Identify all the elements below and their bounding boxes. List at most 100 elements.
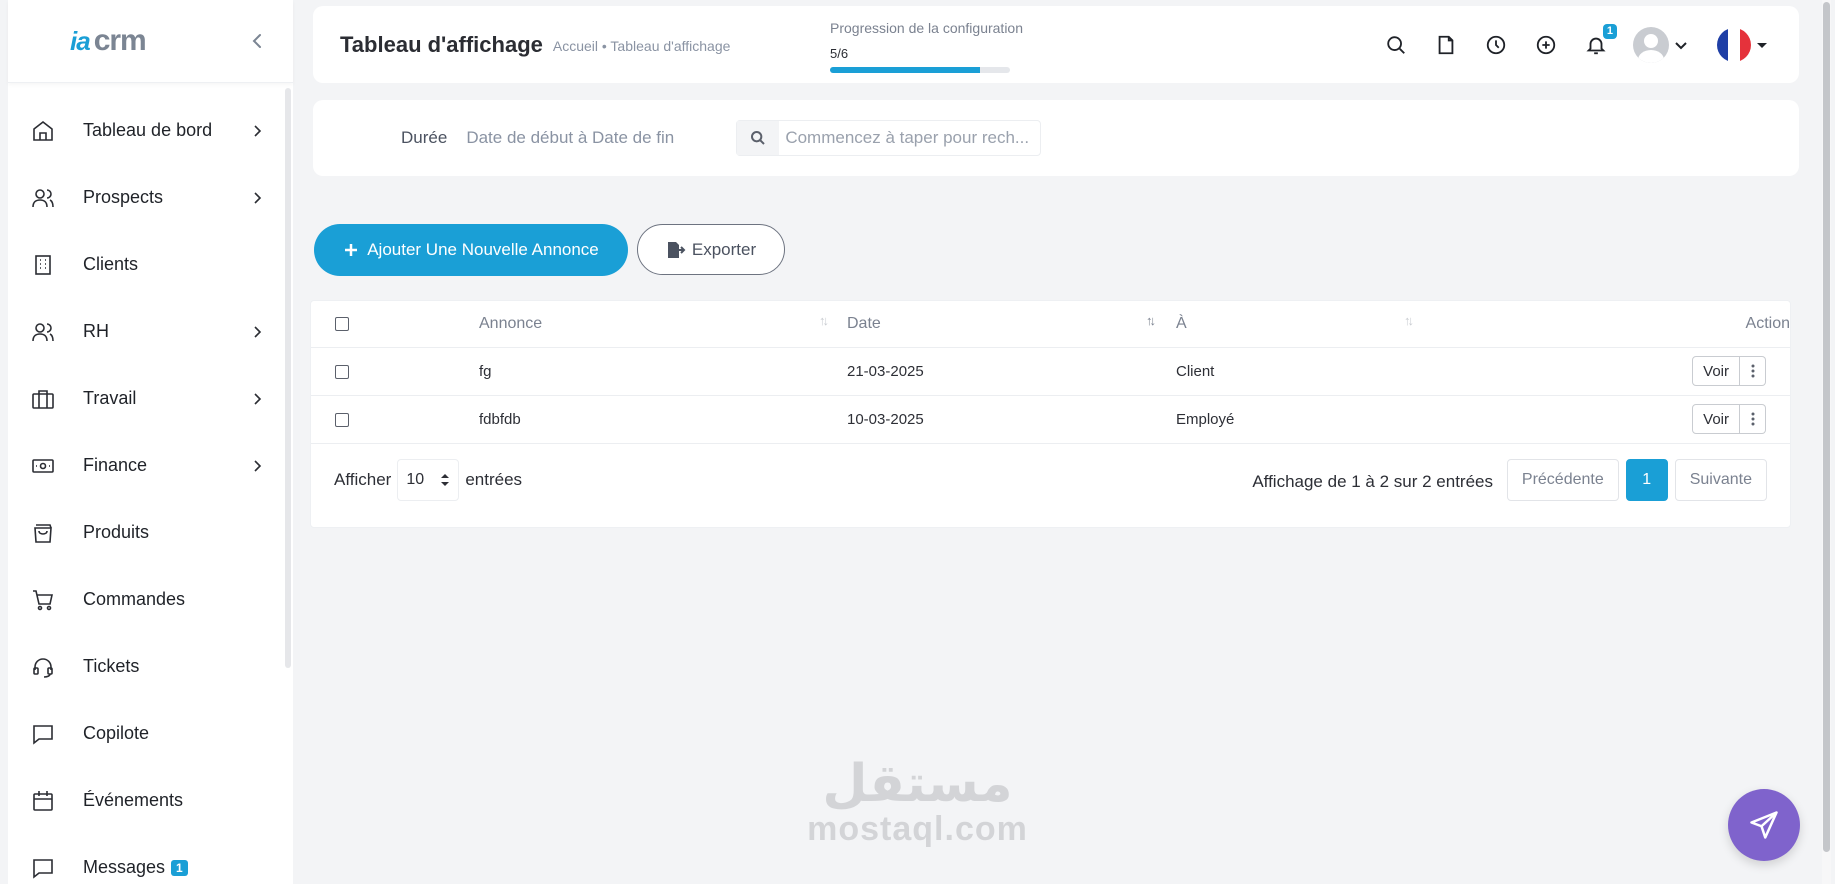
chat-icon xyxy=(30,721,56,747)
filter-bar: Durée Date de début à Date de fin xyxy=(313,100,1799,176)
search-input[interactable] xyxy=(779,128,1040,148)
setup-progress[interactable]: Progression de la configuration 5/6 xyxy=(830,20,1040,73)
sidebar-item-label: Commandes xyxy=(83,589,186,609)
select-all-cell xyxy=(335,301,349,347)
add-announcement-button[interactable]: Ajouter Une Nouvelle Annonce xyxy=(314,224,628,276)
chevron-right-icon xyxy=(254,124,262,137)
header-actions: 1 xyxy=(1359,6,1769,83)
cell-annonce: fdbfdb xyxy=(479,411,521,428)
view-button[interactable]: Voir xyxy=(1692,404,1740,434)
table-footer: Afficher 10 entrées Affichage de 1 à 2 s… xyxy=(311,444,1790,518)
page-title: Tableau d'affichage xyxy=(340,31,543,57)
chevron-right-icon xyxy=(254,459,262,472)
users-icon xyxy=(30,319,56,345)
sort-icon[interactable]: ↑↓ xyxy=(819,313,829,328)
clock-icon[interactable] xyxy=(1483,32,1509,58)
table-row: fdbfdb 10-03-2025 Employé Voir xyxy=(311,396,1790,444)
user-menu[interactable] xyxy=(1633,26,1689,63)
more-options-button[interactable] xyxy=(1740,404,1766,434)
page-size-control: Afficher 10 entrées xyxy=(334,459,522,501)
home-icon xyxy=(30,118,56,144)
message-icon xyxy=(30,855,56,881)
language-selector[interactable] xyxy=(1717,27,1769,62)
vertical-dots-icon xyxy=(1751,412,1754,426)
send-message-button[interactable] xyxy=(1728,789,1800,861)
headset-icon xyxy=(30,654,56,680)
sidebar-item-produits[interactable]: Produits xyxy=(8,499,293,566)
column-date[interactable]: Date xyxy=(847,301,881,347)
sidebar-item-label: Clients xyxy=(83,254,139,274)
logo-bar: ia crm xyxy=(8,0,293,83)
next-page-button[interactable]: Suivante xyxy=(1674,459,1767,501)
chevron-left-icon xyxy=(252,34,261,48)
building-icon xyxy=(30,252,56,278)
sidebar-item-evenements[interactable]: Événements xyxy=(8,767,293,834)
select-all-checkbox[interactable] xyxy=(335,317,349,331)
sidebar-nav: Tableau de bord Prospects Clients RH Tra… xyxy=(8,83,293,884)
cell-to: Client xyxy=(1176,363,1215,380)
sidebar-item-label: Produits xyxy=(83,522,150,542)
sidebar-item-commandes[interactable]: Commandes xyxy=(8,566,293,633)
export-label: Exporter xyxy=(691,239,757,259)
show-label: Afficher xyxy=(334,470,392,489)
column-annonce[interactable]: Annonce xyxy=(479,301,542,347)
sidebar-item-messages[interactable]: Messages 1 xyxy=(8,834,293,884)
search-icon[interactable] xyxy=(1383,32,1409,58)
cell-annonce: fg xyxy=(479,363,492,380)
sidebar-item-travail[interactable]: Travail xyxy=(8,365,293,432)
top-header: Tableau d'affichage Accueil • Tableau d'… xyxy=(313,6,1799,83)
date-range-picker[interactable]: Date de début à Date de fin xyxy=(466,128,736,148)
briefcase-icon xyxy=(30,386,56,412)
row-checkbox[interactable] xyxy=(335,412,349,427)
more-options-button[interactable] xyxy=(1740,356,1766,386)
watermark: مستقل mostaql.com xyxy=(805,756,1030,846)
cell-to: Employé xyxy=(1176,411,1235,428)
cell-date: 21-03-2025 xyxy=(847,363,924,380)
previous-page-button[interactable]: Précédente xyxy=(1506,459,1619,501)
view-button[interactable]: Voir xyxy=(1692,356,1740,386)
sort-icon[interactable]: ↑↓ xyxy=(1404,313,1414,328)
row-select-cell xyxy=(335,396,349,443)
sidebar-item-label: Tickets xyxy=(83,656,140,676)
sort-icon[interactable]: ↑↓ xyxy=(1146,313,1156,328)
caret-down-icon xyxy=(1757,42,1767,48)
announcements-table: Annonce ↑↓ Date ↑↓ À ↑↓ Action fg 21-03-… xyxy=(310,300,1791,528)
sidebar-scrollbar[interactable] xyxy=(285,88,291,668)
sidebar-item-prospects[interactable]: Prospects xyxy=(8,164,293,231)
file-export-icon xyxy=(667,241,686,258)
progress-count: 5/6 xyxy=(830,46,849,61)
sidebar-item-clients[interactable]: Clients xyxy=(8,231,293,298)
table-info: Affichage de 1 à 2 sur 2 entrées xyxy=(1252,472,1493,491)
page-size-select[interactable]: 10 xyxy=(397,459,460,501)
sidebar-item-rh[interactable]: RH xyxy=(8,298,293,365)
watermark-arabic: مستقل xyxy=(822,754,1013,814)
column-to[interactable]: À xyxy=(1176,301,1187,347)
sidebar: ia crm Tableau de bord Prospects Clients… xyxy=(8,0,293,884)
sidebar-item-tickets[interactable]: Tickets xyxy=(8,633,293,700)
sidebar-item-label: Tableau de bord xyxy=(83,120,213,140)
document-icon[interactable] xyxy=(1433,32,1459,58)
page-scrollbar-thumb[interactable] xyxy=(1823,2,1830,852)
cell-date: 10-03-2025 xyxy=(847,411,924,428)
sort-arrows-icon xyxy=(441,474,450,486)
row-actions: Voir xyxy=(1692,356,1766,386)
logo-crm-text: crm xyxy=(93,24,147,57)
logo[interactable]: ia crm xyxy=(70,24,147,58)
export-button[interactable]: Exporter xyxy=(637,224,785,275)
page-1-button[interactable]: 1 xyxy=(1625,459,1668,501)
messages-badge: 1 xyxy=(171,859,188,876)
watermark-latin: mostaql.com xyxy=(807,810,1028,848)
bell-icon[interactable]: 1 xyxy=(1583,23,1617,58)
row-checkbox[interactable] xyxy=(335,364,349,379)
duration-label: Durée xyxy=(401,128,448,147)
bag-icon xyxy=(30,520,56,546)
sidebar-item-tableau-de-bord[interactable]: Tableau de bord xyxy=(8,97,293,164)
collapse-sidebar-button[interactable] xyxy=(247,31,267,51)
sidebar-item-finance[interactable]: Finance xyxy=(8,432,293,499)
add-circle-icon[interactable] xyxy=(1533,32,1559,58)
row-actions: Voir xyxy=(1692,404,1766,434)
paper-plane-icon xyxy=(1750,811,1778,839)
calendar-icon xyxy=(30,788,56,814)
sidebar-item-label: Événements xyxy=(83,790,184,810)
sidebar-item-copilote[interactable]: Copilote xyxy=(8,700,293,767)
